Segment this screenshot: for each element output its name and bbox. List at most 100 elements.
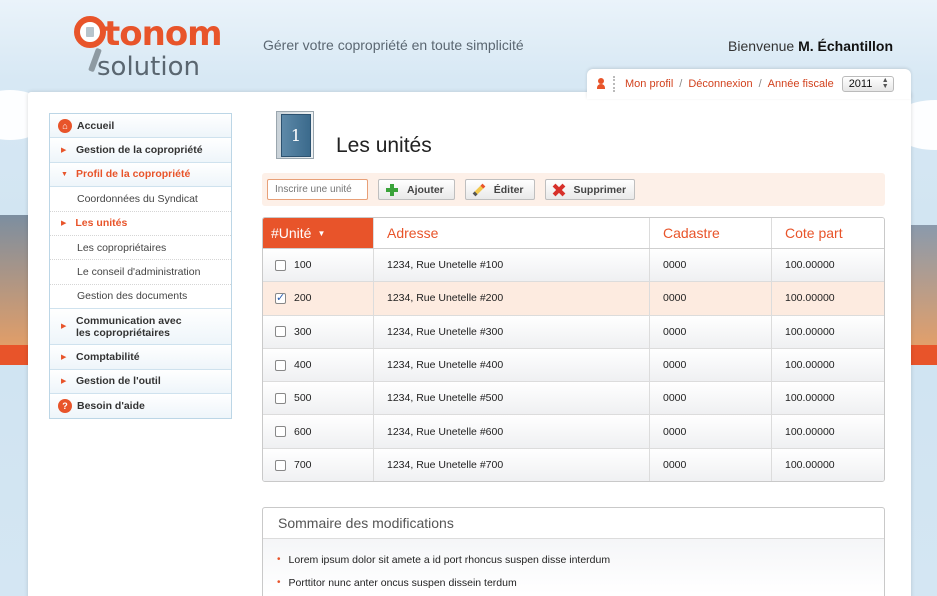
my-profile-link[interactable]: Mon profil: [625, 78, 673, 90]
add-button[interactable]: Ajouter: [378, 179, 455, 200]
row-checkbox[interactable]: [275, 459, 286, 471]
unit-search-input[interactable]: [267, 179, 368, 200]
cell-cote-part: 100.00000: [785, 425, 835, 438]
logo-o-icon: [74, 16, 106, 48]
cell-cadastre: 0000: [650, 348, 772, 382]
triangle-down-icon: ▼: [61, 170, 68, 178]
cell-unit: 300: [263, 315, 374, 348]
sidebar-subitem-unites[interactable]: ▶ Les unités: [50, 211, 231, 236]
list-item: • Porttitor nunc anter oncus suspen disse…: [277, 576, 517, 589]
dotted-divider: [613, 76, 615, 92]
user-icon: [597, 78, 605, 90]
cell-unit: 600: [263, 415, 374, 448]
triangle-right-icon: ▶: [61, 353, 67, 361]
cell-cadastre: 0000: [650, 415, 772, 448]
column-header-adresse[interactable]: Adresse: [374, 218, 650, 248]
sidebar-item-gestion-copropriete[interactable]: ▶ Gestion de la copropriété: [50, 138, 231, 163]
cell-unit: 200: [263, 282, 374, 315]
background-building: [911, 225, 937, 365]
cell-cote-part: 100.00000: [785, 392, 835, 405]
updown-arrows-icon: ▲ ▼: [881, 77, 889, 90]
logo-wordmark-bottom: solution: [97, 52, 200, 82]
column-header-unite[interactable]: #Unité ▼: [263, 218, 374, 248]
toolbar: Ajouter Éditer Supprimer: [262, 173, 885, 206]
table-row[interactable]: 100 1234, Rue Unetelle #100 0000 100.00000: [263, 249, 884, 283]
plus-icon: [385, 183, 399, 197]
table-row[interactable]: 700 1234, Rue Unetelle #700 0000 100.00000: [263, 448, 884, 481]
sidebar-item-accueil[interactable]: ⌂ Accueil: [50, 114, 231, 139]
row-checkbox[interactable]: [275, 359, 286, 371]
welcome-message: Bienvenue M. Échantillon: [728, 38, 893, 54]
bullet-icon: •: [277, 554, 281, 565]
cell-cadastre: 0000: [650, 249, 772, 282]
logo[interactable]: tonom solution: [74, 14, 244, 84]
sidebar-item-aide[interactable]: ? Besoin d'aide: [50, 393, 231, 419]
cell-address: 1234, Rue Unetelle #200: [374, 282, 650, 315]
table-body: 1001234, Rue Unetelle #1000000100.000002…: [263, 249, 884, 481]
fiscal-year-label: Année fiscale: [767, 78, 834, 90]
cell-unit: 700: [263, 448, 374, 481]
summary-title: Sommaire des modifications: [263, 508, 884, 539]
cell-cote-part: 100.00000: [785, 325, 835, 338]
triangle-right-icon: ▶: [61, 322, 67, 330]
background-orange-band: [0, 345, 28, 365]
delete-button[interactable]: Supprimer: [544, 179, 636, 200]
cell-cote-part: 100.00000: [785, 259, 835, 272]
cell-address: 1234, Rue Unetelle #700: [374, 448, 650, 481]
cell-cote-part: 100.00000: [785, 459, 835, 472]
row-checkbox[interactable]: [275, 326, 286, 338]
background-building: [0, 215, 28, 365]
row-checkbox[interactable]: [275, 291, 286, 304]
sidebar-item-comptabilite[interactable]: ▶ Comptabilité: [50, 345, 231, 370]
fiscal-year-select[interactable]: 2011 ▲ ▼: [841, 76, 894, 92]
cell-address: 1234, Rue Unetelle #500: [374, 382, 650, 415]
help-icon: ?: [58, 399, 72, 414]
edit-button[interactable]: Éditer: [464, 179, 535, 200]
tagline: Gérer votre copropriété en toute simplic…: [263, 37, 524, 53]
sidebar-item-gestion-outil[interactable]: ▶ Gestion de l'outil: [50, 369, 231, 394]
cell-address: 1234, Rue Unetelle #600: [374, 415, 650, 448]
logo-wordmark-top: tonom: [104, 14, 223, 54]
row-checkbox[interactable]: [275, 392, 286, 404]
cell-unit: 500: [263, 382, 374, 415]
page-title: Les unités: [336, 134, 432, 157]
row-checkbox[interactable]: [275, 259, 286, 271]
cell-cadastre: 0000: [650, 382, 772, 415]
door-icon: 1: [276, 111, 314, 159]
sidebar-subitem-conseil[interactable]: Le conseil d'administration: [50, 260, 231, 285]
table-row[interactable]: 600 1234, Rue Unetelle #600 0000 100.00000: [263, 415, 884, 449]
triangle-right-icon: ▶: [61, 378, 67, 386]
summary-box: Sommaire des modifications • Lorem ipsum …: [262, 507, 885, 596]
utility-bar: Mon profil / Déconnexion / Année fiscale…: [587, 69, 911, 99]
triangle-right-icon: ▶: [61, 220, 67, 228]
bullet-icon: •: [277, 577, 281, 588]
sort-down-icon: ▼: [317, 228, 326, 238]
cell-address: 1234, Rue Unetelle #300: [374, 315, 650, 348]
cell-cadastre: 0000: [650, 315, 772, 348]
sidebar-item-communication[interactable]: ▶ Communication avec les copropriétaires: [50, 309, 231, 346]
pencil-icon: [472, 183, 486, 197]
summary-list: • Lorem ipsum dolor sit amete a id port r…: [263, 539, 884, 594]
cell-address: 1234, Rue Unetelle #100: [374, 249, 650, 282]
table-header-row: #Unité ▼ Adresse Cadastre Cote part: [263, 218, 884, 249]
sidebar-subitem-documents[interactable]: Gestion des documents: [50, 284, 231, 310]
logout-link[interactable]: Déconnexion: [688, 78, 752, 90]
cell-cadastre: 0000: [650, 448, 772, 481]
user-name: M. Échantillon: [798, 38, 893, 54]
row-checkbox[interactable]: [275, 426, 286, 438]
cell-cadastre: 0000: [650, 282, 772, 315]
x-icon: [552, 183, 566, 197]
table-row[interactable]: 300 1234, Rue Unetelle #300 0000 100.00000: [263, 315, 884, 349]
column-header-cadastre[interactable]: Cadastre: [650, 218, 772, 248]
sidebar-item-profil-copropriete[interactable]: ▼ Profil de la copropriété: [50, 162, 231, 188]
column-header-cote-part[interactable]: Cote part: [772, 218, 884, 248]
table-row[interactable]: 2001234, Rue Unetelle #2000000 100.00000: [263, 282, 884, 316]
table-row[interactable]: 400 1234, Rue Unetelle #400 0000 100.00000: [263, 348, 884, 383]
cell-unit: 400: [263, 348, 374, 382]
sidebar-subitem-coordonnees[interactable]: Coordonnées du Syndicat: [50, 187, 231, 212]
table-row[interactable]: 500 1234, Rue Unetelle #500 0000 100.00000: [263, 382, 884, 416]
cell-cote-part: 100.00000: [785, 292, 835, 305]
background-orange-band: [911, 345, 937, 365]
cell-unit: 100: [263, 249, 374, 282]
sidebar-subitem-coproprietaires[interactable]: Les copropriétaires: [50, 235, 231, 261]
